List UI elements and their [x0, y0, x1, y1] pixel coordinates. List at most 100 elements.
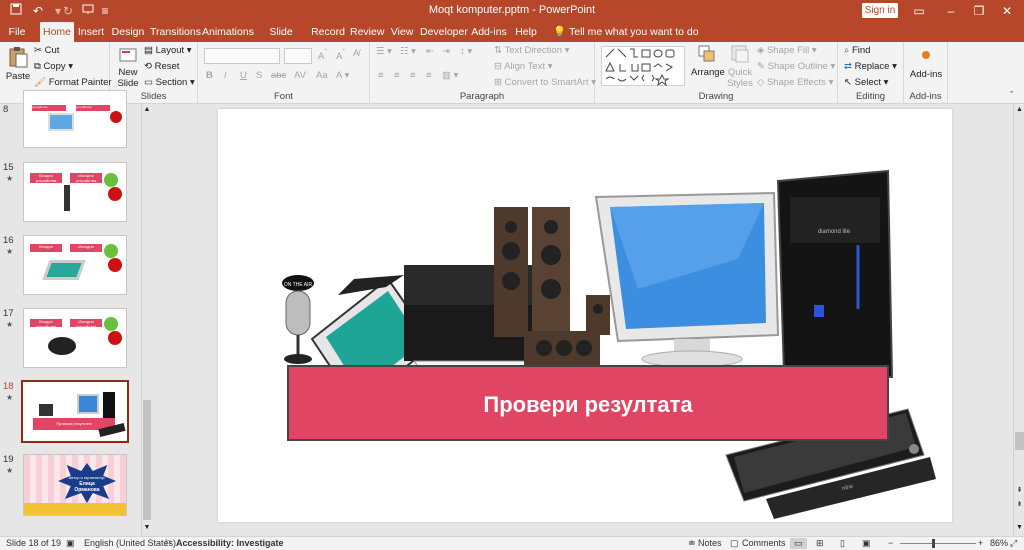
shape-fill-button[interactable]: ◈ Shape Fill ▾	[757, 45, 817, 56]
tab-help[interactable]: Help	[513, 22, 539, 42]
reset-button[interactable]: ⟲ Reset	[144, 61, 179, 72]
columns-icon[interactable]: ▥ ▾	[442, 70, 458, 81]
shapes-gallery[interactable]	[601, 46, 685, 87]
align-right-icon[interactable]: ≡	[410, 70, 416, 81]
reading-view-icon[interactable]: ▯	[840, 538, 845, 549]
bold-button[interactable]: B	[206, 70, 213, 81]
maximize-button[interactable]: ❐	[966, 2, 992, 20]
justify-icon[interactable]: ≡	[426, 70, 432, 81]
copy-button[interactable]: ⧉ Copy ▾	[34, 61, 73, 72]
shape-outline-button[interactable]: ✎ Shape Outline ▾	[757, 61, 835, 72]
notes-button[interactable]: Notes	[698, 538, 722, 548]
strikethrough-button[interactable]: abc	[271, 70, 286, 81]
tab-transitions[interactable]: Transitions	[150, 22, 201, 42]
notes-icon: ≐	[688, 538, 696, 548]
align-center-icon[interactable]: ≡	[394, 70, 400, 81]
tab-insert[interactable]: Insert	[76, 22, 106, 42]
zoom-slider[interactable]	[900, 543, 976, 544]
collapse-ribbon-icon[interactable]: ˆ	[1010, 90, 1013, 101]
language-indicator[interactable]: English (United States)	[84, 538, 176, 548]
next-slide-icon[interactable]: ⇟	[1015, 500, 1024, 508]
align-text-button[interactable]: ⊟ Align Text ▾	[494, 61, 553, 72]
tab-animations[interactable]: Animations	[202, 22, 254, 42]
scroll-down-icon[interactable]: ▼	[1015, 524, 1024, 531]
arrange-button[interactable]: Arrange	[691, 44, 725, 78]
thumbnail-scrollbar[interactable]: ▲ ▼	[141, 104, 151, 536]
accessibility-status[interactable]: Accessibility: Investigate	[176, 538, 284, 548]
change-case-button[interactable]: Aa	[316, 70, 328, 81]
tab-add-ins[interactable]: Add-ins	[471, 22, 507, 42]
new-slide-button[interactable]: New Slide	[114, 46, 142, 89]
spelling-icon[interactable]: ▣	[66, 538, 75, 549]
slide-thumbnail-15[interactable]: Входни устройства Изходни устройства	[23, 162, 127, 222]
font-size-combo[interactable]	[284, 48, 312, 64]
add-ins-button[interactable]: Add-ins	[906, 48, 946, 80]
result-banner[interactable]: Провери резултата	[287, 365, 889, 441]
numbering-icon[interactable]: ☷ ▾	[400, 46, 416, 57]
tab-home[interactable]: Home	[40, 22, 74, 42]
slide-thumbnail-19[interactable]: Автор и гарнизатор: Елица Орманова	[23, 454, 127, 516]
slide-sorter-icon[interactable]: ⊞	[816, 538, 824, 549]
tell-me-box[interactable]: 💡 Tell me what you want to do	[553, 22, 699, 42]
tab-developer[interactable]: Developer	[420, 22, 468, 42]
ribbon-display-icon[interactable]: ▭	[906, 2, 932, 20]
scroll-up-icon[interactable]: ▲	[143, 106, 151, 113]
font-color-icon[interactable]: A ▾	[336, 70, 349, 81]
sign-in-button[interactable]: Sign in	[862, 3, 898, 18]
layout-button[interactable]: ▤ Layout ▾	[144, 45, 192, 56]
tab-review[interactable]: Review	[350, 22, 384, 42]
increase-indent-icon[interactable]: ⇥	[442, 46, 450, 57]
fit-slide-icon[interactable]: ⤢	[1010, 538, 1017, 549]
zoom-slider-thumb[interactable]	[932, 539, 935, 548]
comments-button[interactable]: Comments	[742, 538, 786, 548]
tab-file[interactable]: File	[4, 22, 30, 42]
clear-format-icon[interactable]: A̸	[353, 48, 359, 59]
align-left-icon[interactable]: ≡	[378, 70, 384, 81]
paste-button[interactable]: Paste	[4, 46, 32, 82]
slide-thumbnail-14[interactable]: устройства устройства	[23, 90, 127, 148]
grow-font-icon[interactable]: Aˆ	[318, 48, 327, 62]
find-button[interactable]: ⌕ Find	[844, 45, 870, 56]
scroll-thumb[interactable]	[143, 400, 151, 520]
line-spacing-icon[interactable]: ↕ ▾	[460, 46, 472, 57]
shrink-font-icon[interactable]: Aˇ	[336, 48, 345, 62]
smartart-button[interactable]: ⊞ Convert to SmartArt ▾	[494, 77, 596, 88]
editor-scrollbar[interactable]: ▲ ⇞ ⇟ ▼	[1013, 104, 1024, 536]
slide-canvas[interactable]: ON THE AIR diamond lite nihe Провери рез…	[218, 109, 952, 522]
italic-button[interactable]: I	[224, 70, 227, 81]
zoom-level[interactable]: 86%	[990, 538, 1008, 548]
slide-thumbnail-16[interactable]: Входни Изходни	[23, 235, 127, 295]
slide-thumbnail-17[interactable]: Входни устройства Изходни устройства	[23, 308, 127, 368]
tab-view[interactable]: View	[389, 22, 415, 42]
quick-styles-button[interactable]: Quick Styles	[725, 44, 755, 89]
decrease-indent-icon[interactable]: ⇤	[426, 46, 434, 57]
close-button[interactable]: ✕	[994, 2, 1020, 20]
tab-design[interactable]: Design	[111, 22, 145, 42]
section-button[interactable]: ▭ Section ▾	[144, 77, 195, 88]
underline-button[interactable]: U	[240, 70, 247, 81]
shape-effects-button[interactable]: ◇ Shape Effects ▾	[757, 77, 833, 88]
spacing-button[interactable]: AV	[294, 70, 306, 81]
tab-slide-show[interactable]: Slide Show	[257, 22, 305, 58]
minimize-button[interactable]: –	[938, 2, 964, 20]
replace-button[interactable]: ⇄ Replace ▾	[844, 61, 897, 72]
font-name-combo[interactable]	[204, 48, 280, 64]
zoom-out-icon[interactable]: −	[888, 538, 893, 548]
cut-button[interactable]: ✂ Cut	[34, 45, 59, 56]
format-painter-button[interactable]: 🖌 Format Painter	[34, 77, 112, 88]
shadow-button[interactable]: S	[256, 70, 262, 81]
normal-view-icon[interactable]: ▭	[790, 538, 807, 549]
zoom-in-icon[interactable]: +	[978, 538, 983, 548]
slide-show-icon[interactable]: ▣	[862, 538, 871, 549]
scroll-thumb[interactable]	[1015, 432, 1024, 450]
select-button[interactable]: ↖ Select ▾	[844, 77, 888, 88]
comments-icon: ▢	[730, 538, 739, 548]
previous-slide-icon[interactable]: ⇞	[1015, 486, 1024, 494]
scroll-up-icon[interactable]: ▲	[1015, 106, 1024, 113]
slide-thumbnail-18[interactable]: Провери резултата	[21, 380, 129, 443]
bullets-icon[interactable]: ☰ ▾	[376, 46, 392, 57]
tab-record[interactable]: Record	[310, 22, 346, 42]
text-direction-button[interactable]: ⇅ Text Direction ▾	[494, 45, 569, 56]
add-ins-label: Add-ins	[909, 91, 942, 102]
scroll-down-icon[interactable]: ▼	[143, 524, 151, 531]
